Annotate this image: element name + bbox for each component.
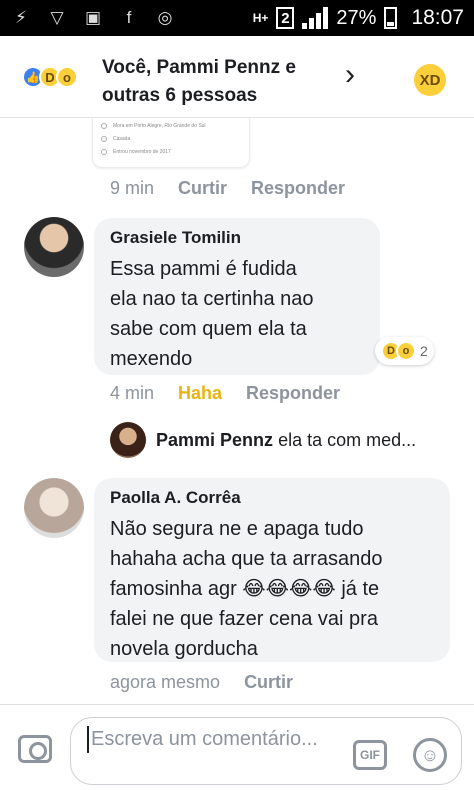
comment-text: Essa pammi é fudida ela nao ta certinha … (110, 258, 314, 370)
reply-button[interactable]: Responder (251, 178, 345, 199)
camera-icon[interactable] (18, 735, 52, 763)
card-line-relationship: Casada (101, 134, 241, 144)
network-type: H+ (252, 10, 269, 25)
comment-author[interactable]: Grasiele Tomilin (110, 228, 364, 248)
reply-author[interactable]: Pammi Pennz (156, 430, 273, 450)
comment-actions: 4 min Haha Responder (110, 383, 340, 404)
heart-icon (101, 136, 107, 142)
card-line-location: Mora em Porto Alegre, Rio Grande do Sul (101, 121, 241, 131)
laughing-emoji-icon[interactable]: XD (414, 64, 446, 96)
reply-preview[interactable]: Pammi Pennz ela ta com med... (156, 430, 416, 451)
like-button[interactable]: Curtir (178, 178, 227, 199)
reaction-icons: 👍 D o (22, 66, 78, 88)
gif-icon[interactable]: GIF (353, 740, 387, 770)
smiley-icon[interactable]: ☺ (413, 738, 447, 772)
chevron-right-icon[interactable]: › (345, 58, 355, 92)
usb-icon: ⚡ (15, 8, 27, 27)
reactions-header[interactable]: 👍 D o Você, Pammi Pennz e outras 6 pesso… (0, 36, 474, 118)
vpn-icon: ▽ (50, 8, 64, 27)
wow-icon: o (396, 341, 416, 361)
comment-time: agora mesmo (110, 672, 221, 692)
facebook-icon: f (126, 8, 132, 27)
voicemail-icon: ◎ (157, 8, 173, 27)
comment-actions: agora mesmo Curtir (110, 672, 293, 693)
comment-bubble[interactable]: Grasiele Tomilin Essa pammi é fudida ela… (94, 218, 380, 375)
reply-avatar[interactable] (110, 422, 146, 458)
avatar[interactable] (24, 478, 84, 538)
haha-reaction-button[interactable]: Haha (178, 383, 222, 404)
battery-icon (384, 7, 398, 29)
comment-text: Não segura ne e apaga tudo hahaha acha q… (110, 518, 383, 660)
like-button[interactable]: Curtir (244, 672, 293, 693)
comment-time: 4 min (110, 383, 155, 403)
signal-icon (302, 7, 329, 29)
comment-reactions[interactable]: D o 2 (375, 337, 434, 365)
comment-author[interactable]: Paolla A. Corrêa (110, 488, 434, 508)
image-icon: ▣ (84, 8, 102, 27)
wow-icon: o (56, 66, 78, 88)
avatar[interactable] (24, 217, 84, 277)
comment-actions: 9 min Curtir Responder (110, 178, 345, 199)
comment-placeholder[interactable]: Escreva um comentário... (87, 726, 337, 753)
location-icon (101, 123, 107, 129)
sim-indicator: 2 (276, 7, 295, 29)
clock-icon (101, 149, 107, 155)
comment-bubble[interactable]: Paolla A. Corrêa Não segura ne e apaga t… (94, 478, 450, 662)
comment-input[interactable]: Escreva um comentário... GIF ☺ (70, 717, 462, 785)
status-bar: ⚡ ▽ ▣ f ◎ H+ 2 27% 18:07 (0, 0, 474, 36)
card-line-joined: Entrou novembro de 2017 (101, 147, 241, 157)
shared-profile-card[interactable]: Mora em Porto Alegre, Rio Grande do Sul … (92, 118, 250, 168)
reply-text: ela ta com med... (278, 430, 417, 450)
reactors-summary[interactable]: Você, Pammi Pennz e outras 6 pessoas (102, 54, 352, 110)
battery-percent: 27% (336, 6, 377, 29)
comment-composer: Escreva um comentário... GIF ☺ (0, 704, 474, 790)
comment-time: 9 min (110, 178, 155, 198)
reaction-count: 2 (420, 343, 428, 359)
clock: 18:07 (411, 6, 464, 29)
reply-button[interactable]: Responder (246, 383, 340, 404)
